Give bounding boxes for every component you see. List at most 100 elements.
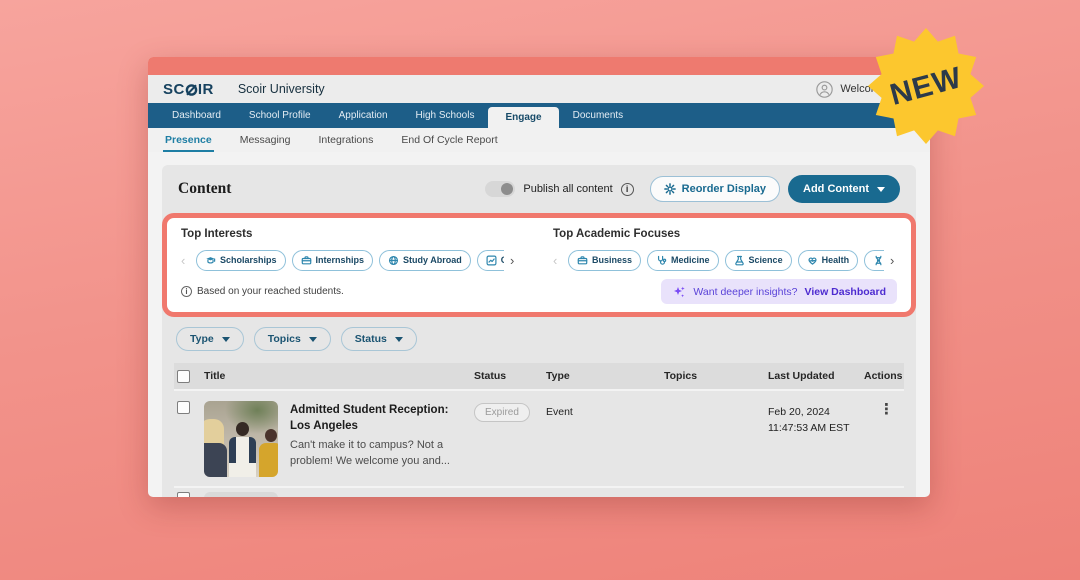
- page-background: SC IR Scoir University Welcome Dashboa: [0, 0, 1080, 580]
- insights-footnote: i Based on your reached students.: [181, 286, 344, 297]
- subnav-tab-end-of-cycle-report[interactable]: End Of Cycle Report: [401, 128, 497, 152]
- caret-down-icon: [395, 337, 403, 342]
- chip-health[interactable]: Health: [798, 250, 859, 271]
- briefcase-icon: [301, 255, 312, 266]
- subnav-tab-presence[interactable]: Presence: [165, 128, 212, 152]
- interest-chip-scroller: Scholarships InternshipsStudy Abroad Caree…: [196, 248, 504, 272]
- add-content-button[interactable]: Add Content: [788, 175, 900, 203]
- gear-icon: [664, 183, 676, 195]
- content-header: Content Publish all content i: [162, 165, 916, 213]
- scoir-logo: SC IR: [163, 81, 214, 98]
- chip-study-abroad[interactable]: Study Abroad: [379, 250, 471, 271]
- row-thumbnail: [204, 401, 278, 477]
- insights-highlight-box: Top Interests ‹ ScholarshipsInternshipsS…: [162, 213, 916, 317]
- row-last-updated: Feb 20, 2024 11:47:53 AM EST: [768, 401, 864, 437]
- dna-icon: [873, 255, 884, 266]
- globe-icon: [388, 255, 399, 266]
- column-header-title: Title: [204, 370, 474, 382]
- briefcase-icon: [577, 255, 588, 266]
- scroll-right-icon[interactable]: ›: [890, 254, 899, 267]
- subnav-tab-integrations[interactable]: Integrations: [318, 128, 373, 152]
- chip-scholarships[interactable]: Scholarships: [196, 250, 286, 271]
- filter-topics[interactable]: Topics: [254, 327, 331, 351]
- nav-tab-dashboard[interactable]: Dashboard: [158, 103, 235, 128]
- reorder-display-button[interactable]: Reorder Display: [650, 176, 780, 202]
- info-icon: i: [181, 286, 192, 297]
- row-checkbox[interactable]: [177, 401, 190, 414]
- stethoscope-icon: [656, 255, 667, 266]
- caret-down-icon: [877, 187, 885, 192]
- row-title[interactable]: Admitted Student Reception: Los Angeles: [290, 402, 462, 434]
- new-badge: NEW: [866, 26, 986, 146]
- thumbnail-figure: [229, 422, 256, 477]
- chip-business[interactable]: Business: [568, 250, 641, 271]
- column-header-status: Status: [474, 370, 546, 382]
- focus-chip-scroller: Business Medicine Science HealthBiology: [568, 248, 884, 272]
- window-top-strip: [148, 57, 930, 75]
- publish-all-toggle[interactable]: [485, 181, 515, 197]
- column-header-last-updated: Last Updated: [768, 370, 864, 382]
- row-checkbox[interactable]: [177, 492, 190, 497]
- nav-tab-documents[interactable]: Documents: [559, 103, 638, 128]
- table-row: Admitted Student Reception: Los Angeles …: [174, 391, 904, 488]
- status-badge: Expired: [474, 403, 530, 422]
- filter-type[interactable]: Type: [176, 327, 244, 351]
- primary-nav: DashboardSchool ProfileApplicationHigh S…: [148, 103, 930, 128]
- secondary-nav: Presence Messaging Integrations End Of Cycl…: [148, 128, 930, 152]
- info-icon[interactable]: i: [621, 183, 634, 196]
- chip-science[interactable]: Science: [725, 250, 792, 271]
- row-topics: [664, 401, 768, 406]
- app-window: SC IR Scoir University Welcome Dashboa: [148, 57, 930, 497]
- nav-tab-engage[interactable]: Engage: [488, 107, 558, 128]
- top-academic-focuses-section: Top Academic Focuses ‹ Business Medicine S…: [539, 226, 911, 272]
- thumbnail-figure: [259, 429, 278, 477]
- view-dashboard-cta[interactable]: Want deeper insights? View Dashboard: [661, 279, 897, 304]
- sparkle-icon: [672, 285, 686, 299]
- top-academic-focuses-title: Top Academic Focuses: [553, 228, 897, 240]
- logo-text-prefix: SC: [163, 81, 185, 98]
- content-card: Content Publish all content i: [162, 165, 916, 497]
- column-header-topics: Topics: [664, 370, 768, 382]
- heart-pulse-icon: [807, 255, 818, 266]
- chip-medicine[interactable]: Medicine: [647, 250, 719, 271]
- cta-question: Want deeper insights?: [693, 286, 797, 298]
- select-all-checkbox[interactable]: [177, 370, 190, 383]
- column-header-actions: Actions: [864, 370, 904, 382]
- filter-status[interactable]: Status: [341, 327, 417, 351]
- view-dashboard-link[interactable]: View Dashboard: [805, 286, 887, 298]
- chip-career-develop[interactable]: Career Develop: [477, 250, 504, 271]
- row-time: 11:47:53 AM EST: [768, 420, 864, 436]
- row-type: Event: [546, 401, 664, 418]
- logo-text-suffix: IR: [198, 81, 214, 98]
- avatar-icon: [816, 81, 833, 98]
- filter-bar: Type Topics Status: [162, 327, 916, 351]
- top-interests-title: Top Interests: [181, 228, 525, 240]
- line-chart-icon: [486, 255, 497, 266]
- flask-icon: [734, 255, 745, 266]
- table-header: TitleStatusTypeTopicsLast UpdatedActions: [174, 363, 904, 391]
- row-date: Feb 20, 2024: [768, 404, 864, 420]
- reorder-display-label: Reorder Display: [682, 183, 766, 195]
- chip-biology[interactable]: Biology: [864, 250, 884, 271]
- school-name: Scoir University: [238, 82, 325, 96]
- subnav-tab-messaging[interactable]: Messaging: [240, 128, 291, 152]
- nav-tab-high-schools[interactable]: High Schools: [402, 103, 489, 128]
- column-header-type: Type: [546, 370, 664, 382]
- page-title: Content: [178, 180, 231, 198]
- caret-down-icon: [222, 337, 230, 342]
- row-actions-menu[interactable]: ⋮: [879, 401, 894, 418]
- row-description: Can't make it to campus? Not a problem! …: [290, 438, 470, 469]
- footnote-text: Based on your reached students.: [197, 286, 344, 297]
- scroll-left-icon[interactable]: ‹: [553, 254, 562, 267]
- nav-tab-school-profile[interactable]: School Profile: [235, 103, 325, 128]
- scroll-right-icon[interactable]: ›: [510, 254, 519, 267]
- toggle-knob: [501, 183, 513, 195]
- nav-tab-application[interactable]: Application: [325, 103, 402, 128]
- logo-o-icon: [185, 83, 198, 97]
- thumbnail-figure: [204, 419, 227, 477]
- publish-toggle-label: Publish all content: [523, 183, 612, 195]
- app-bar: SC IR Scoir University Welcome: [148, 75, 930, 103]
- scholarship-icon: [205, 255, 216, 266]
- chip-internships[interactable]: Internships: [292, 250, 374, 271]
- scroll-left-icon[interactable]: ‹: [181, 254, 190, 267]
